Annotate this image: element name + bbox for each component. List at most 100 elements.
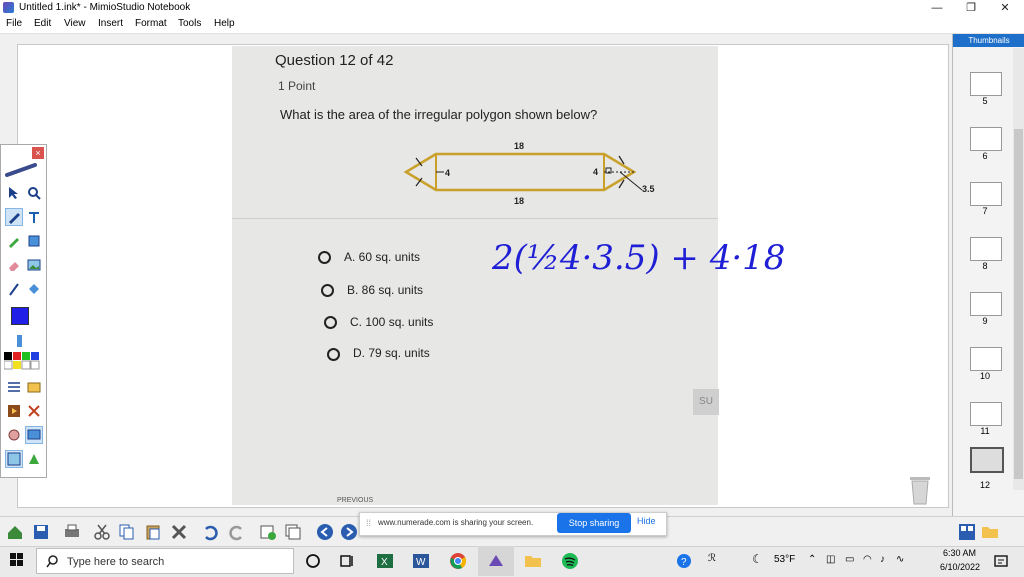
thumbnails-header: Thumbnails bbox=[953, 34, 1024, 47]
question-points: 1 Point bbox=[278, 79, 316, 93]
record-icon[interactable] bbox=[6, 403, 22, 419]
view-grid-icon[interactable] bbox=[958, 523, 976, 541]
copy-icon[interactable] bbox=[118, 523, 136, 541]
option-b-radio[interactable] bbox=[321, 284, 334, 297]
task-view-icon[interactable] bbox=[338, 552, 356, 570]
battery-icon[interactable]: ▭ bbox=[845, 554, 854, 565]
duplicate-page-icon[interactable] bbox=[284, 523, 302, 541]
trash-icon[interactable] bbox=[907, 473, 933, 505]
delete-icon[interactable] bbox=[170, 523, 188, 541]
question-prompt: What is the area of the irregular polygo… bbox=[280, 107, 598, 122]
pen-tool-icon[interactable] bbox=[5, 208, 23, 226]
previous-link[interactable]: PREVIOUS bbox=[337, 497, 373, 504]
pen-width-icon[interactable] bbox=[6, 281, 22, 297]
redo-icon[interactable] bbox=[228, 523, 246, 541]
weather-temperature[interactable]: 53°F bbox=[774, 554, 795, 565]
color-grid[interactable] bbox=[4, 352, 44, 370]
thumbnail-page-7[interactable] bbox=[970, 182, 1002, 206]
svg-text:W: W bbox=[416, 557, 426, 568]
pen-size-slider[interactable] bbox=[17, 335, 22, 347]
thumbnail-scroll-thumb[interactable] bbox=[1014, 129, 1023, 479]
chrome-icon[interactable] bbox=[449, 552, 467, 570]
current-color-swatch[interactable] bbox=[11, 307, 29, 325]
minimize-button[interactable]: — bbox=[920, 0, 954, 16]
thumbnail-page-9[interactable] bbox=[970, 292, 1002, 316]
menu-help[interactable]: Help bbox=[214, 18, 235, 29]
image-tool-icon[interactable] bbox=[26, 257, 42, 273]
mimio-notebook-icon[interactable] bbox=[487, 552, 505, 570]
screen-icon[interactable] bbox=[25, 426, 43, 444]
next-page-icon[interactable] bbox=[340, 523, 358, 541]
eraser-icon[interactable] bbox=[6, 257, 22, 273]
gallery-icon[interactable] bbox=[26, 379, 42, 395]
cortana-icon[interactable] bbox=[304, 552, 322, 570]
paste-icon[interactable] bbox=[144, 523, 162, 541]
search-input[interactable]: Type here to search bbox=[67, 556, 164, 568]
file-explorer-icon[interactable] bbox=[524, 552, 542, 570]
spotlight-icon[interactable] bbox=[6, 427, 22, 443]
option-d-radio[interactable] bbox=[327, 348, 340, 361]
clipart-icon[interactable] bbox=[26, 451, 42, 467]
hide-button[interactable]: Hide bbox=[637, 516, 656, 526]
spotify-icon[interactable] bbox=[561, 552, 579, 570]
option-c-label[interactable]: C. 100 sq. units bbox=[350, 315, 433, 329]
zoom-icon[interactable] bbox=[26, 185, 42, 201]
thumbnail-page-8[interactable] bbox=[970, 237, 1002, 261]
help-icon[interactable]: ? bbox=[676, 553, 692, 569]
option-c-radio[interactable] bbox=[324, 316, 337, 329]
wifi-icon[interactable]: ◠ bbox=[863, 554, 872, 565]
close-icon[interactable]: × bbox=[32, 147, 44, 159]
people-icon[interactable]: ℛ bbox=[708, 553, 716, 564]
taskbar-search[interactable]: Type here to search bbox=[36, 548, 294, 574]
thumbnail-page-12-active[interactable] bbox=[970, 447, 1004, 473]
submit-button[interactable]: SU bbox=[693, 389, 719, 415]
close-button[interactable]: ✕ bbox=[988, 0, 1022, 16]
cut-icon[interactable] bbox=[93, 523, 111, 541]
menu-view[interactable]: View bbox=[64, 18, 86, 29]
undo-icon[interactable] bbox=[201, 523, 219, 541]
language-icon[interactable]: ∿ bbox=[896, 554, 904, 565]
lines-icon[interactable] bbox=[6, 379, 22, 395]
network-icon[interactable]: ◫ bbox=[826, 554, 835, 565]
folder-icon[interactable] bbox=[981, 523, 999, 541]
shape-tool-icon[interactable] bbox=[26, 233, 42, 249]
add-page-icon[interactable] bbox=[259, 523, 277, 541]
figure-label-slant: 3.5 bbox=[642, 184, 655, 194]
notifications-icon[interactable] bbox=[994, 554, 1008, 568]
menu-file[interactable]: File bbox=[6, 18, 22, 29]
drag-handle-icon[interactable]: ⁞⁞ bbox=[366, 518, 371, 528]
volume-icon[interactable]: ♪ bbox=[880, 554, 885, 565]
menu-edit[interactable]: Edit bbox=[34, 18, 51, 29]
highlighter-icon[interactable] bbox=[6, 233, 22, 249]
menu-format[interactable]: Format bbox=[135, 18, 167, 29]
word-icon[interactable]: W bbox=[412, 552, 430, 570]
excel-icon[interactable]: X bbox=[376, 552, 394, 570]
save-icon[interactable] bbox=[32, 523, 50, 541]
text-tool-icon[interactable] bbox=[26, 209, 42, 225]
capture-icon[interactable] bbox=[5, 450, 23, 468]
windows-start-icon[interactable] bbox=[10, 553, 24, 567]
option-b-label[interactable]: B. 86 sq. units bbox=[347, 283, 423, 297]
select-arrow-icon[interactable] bbox=[6, 185, 22, 201]
option-a-label[interactable]: A. 60 sq. units bbox=[344, 250, 420, 264]
tools-icon[interactable] bbox=[26, 403, 42, 419]
option-a-radio[interactable] bbox=[318, 251, 331, 264]
chevron-up-icon[interactable]: ⌃ bbox=[808, 554, 816, 565]
maximize-button[interactable]: ❐ bbox=[954, 0, 988, 16]
stop-sharing-button[interactable]: Stop sharing bbox=[557, 513, 631, 533]
divider bbox=[232, 218, 718, 219]
menu-insert[interactable]: Insert bbox=[98, 18, 123, 29]
option-d-label[interactable]: D. 79 sq. units bbox=[353, 346, 430, 360]
fill-icon[interactable] bbox=[26, 281, 42, 297]
thumbnail-page-6[interactable] bbox=[970, 127, 1002, 151]
clock-date[interactable]: 6/10/2022 bbox=[940, 562, 980, 572]
handwritten-ink[interactable]: 2(½4·3.5) + 4·18 bbox=[492, 238, 785, 278]
thumbnail-page-11[interactable] bbox=[970, 402, 1002, 426]
thumbnail-page-10[interactable] bbox=[970, 347, 1002, 371]
home-icon[interactable] bbox=[6, 523, 24, 541]
menu-tools[interactable]: Tools bbox=[178, 18, 201, 29]
previous-page-icon[interactable] bbox=[316, 523, 334, 541]
clock-time[interactable]: 6:30 AM bbox=[943, 548, 976, 558]
print-icon[interactable] bbox=[63, 523, 81, 541]
thumbnail-page-5[interactable] bbox=[970, 72, 1002, 96]
